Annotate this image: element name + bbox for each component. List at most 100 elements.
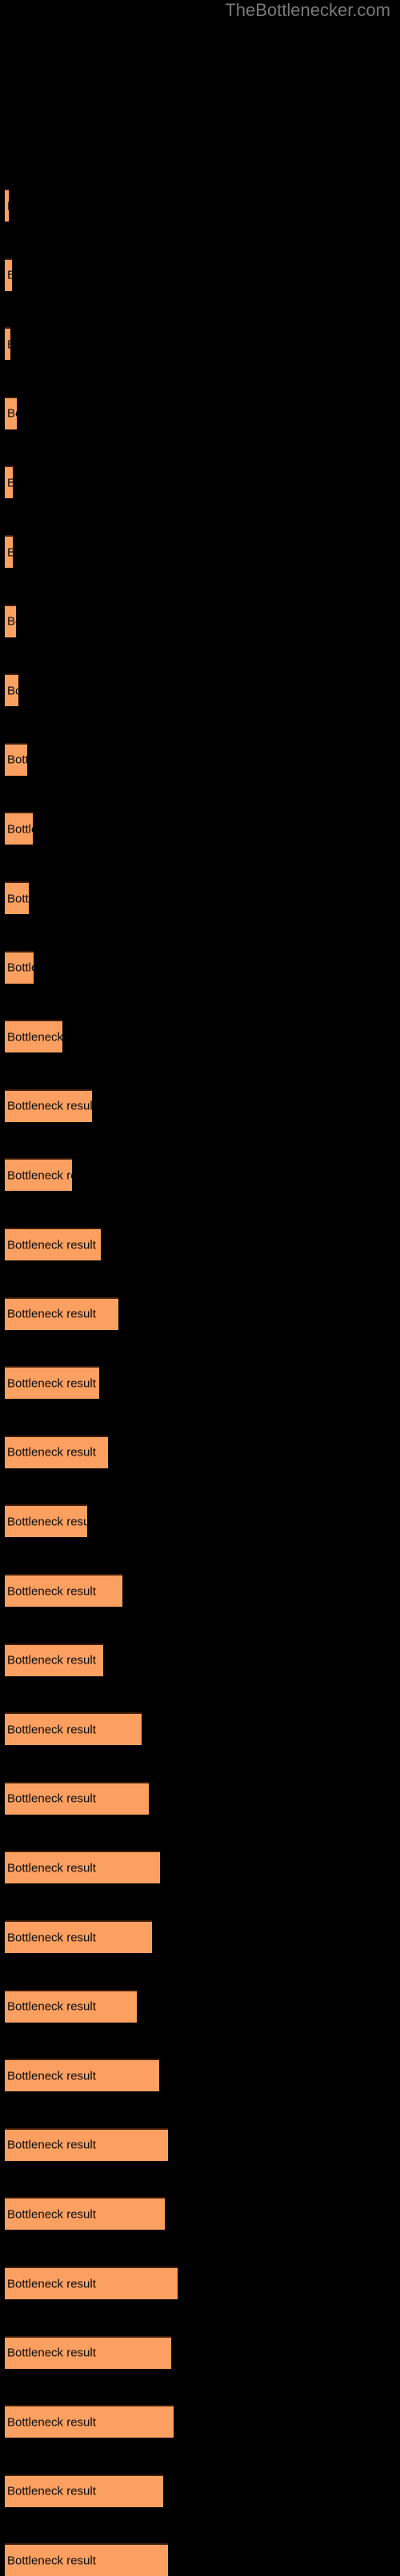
bar-row: Bottleneck result [0, 396, 400, 429]
bar[interactable]: Bottleneck result [5, 2197, 165, 2231]
bar[interactable]: Bottleneck result [5, 1088, 92, 1122]
bar[interactable]: Bottleneck result [5, 535, 13, 568]
bar-row: Bottleneck result [0, 604, 400, 637]
bar-label: Bottleneck result [7, 2415, 96, 2430]
bar-row: Bottleneck result [0, 2197, 400, 2231]
bar-row: Bottleneck result [0, 1920, 400, 1953]
bar-label: Bottleneck result [7, 1238, 96, 1252]
bar[interactable]: Bottleneck result [5, 1643, 103, 1676]
bar[interactable]: Bottleneck result [5, 396, 17, 429]
bar-label: Bottleneck result [7, 2069, 96, 2083]
bar-label: Bottleneck result [7, 1030, 62, 1044]
bar[interactable]: Bottleneck result [5, 2405, 174, 2438]
bar-row: Bottleneck result [0, 2335, 400, 2369]
bar-label: Bottleneck result [7, 1999, 96, 2014]
bar-label: Bottleneck result [7, 753, 27, 767]
bar[interactable]: Bottleneck result [5, 2127, 168, 2161]
bar-row: Bottleneck result [0, 1020, 400, 1053]
bar-row: Bottleneck result [0, 1643, 400, 1676]
bar-label: Bottleneck result [7, 269, 12, 282]
bar-row: Bottleneck result [0, 535, 400, 568]
bar-row: Bottleneck result [0, 1296, 400, 1330]
bar-row: Bottleneck result [0, 2127, 400, 2161]
bar-row: Bottleneck result [0, 1781, 400, 1815]
bar[interactable]: Bottleneck result [5, 1366, 99, 1400]
bar-label: Bottleneck result [7, 2138, 96, 2152]
bar[interactable]: Bottleneck result [5, 2335, 171, 2369]
bar[interactable]: Bottleneck result [5, 2266, 178, 2299]
bar-row: Bottleneck result [0, 2405, 400, 2438]
bottleneck-bar-chart: TheBottlenecker.com Bottleneck resultBot… [0, 0, 400, 2576]
bar-label: Bottleneck result [7, 2554, 96, 2568]
bar[interactable]: Bottleneck result [5, 189, 9, 222]
bar-label: Bottleneck result [7, 2346, 96, 2360]
bar-label: Bottleneck result [7, 476, 13, 489]
bar-label: Bottleneck result [7, 684, 18, 698]
bar[interactable]: Bottleneck result [5, 1574, 122, 1607]
bar-row: Bottleneck result [0, 1228, 400, 1260]
bar[interactable]: Bottleneck result [5, 812, 33, 845]
bar[interactable]: Bottleneck result [5, 1504, 87, 1538]
bar-label: Bottleneck result [7, 337, 10, 351]
bar-label: Bottleneck result [7, 2484, 96, 2498]
bar[interactable]: Bottleneck result [5, 881, 29, 914]
bar-label: Bottleneck result [7, 406, 17, 421]
bar-label: Bottleneck result [7, 545, 13, 559]
bar[interactable]: Bottleneck result [5, 1435, 108, 1468]
bar[interactable]: Bottleneck result [5, 1712, 142, 1746]
bar-label: Bottleneck result [7, 1168, 72, 1183]
bar[interactable]: Bottleneck result [5, 742, 27, 776]
bar-row: Bottleneck result [0, 1435, 400, 1468]
bar[interactable]: Bottleneck result [5, 2543, 168, 2576]
bar-label: Bottleneck result [7, 822, 33, 837]
bar-label: Bottleneck result [7, 1791, 96, 1806]
bar-label: Bottleneck result [7, 1584, 96, 1598]
bar-row: Bottleneck result [0, 881, 400, 914]
bar-label: Bottleneck result [7, 1723, 96, 1737]
plot-area: Bottleneck result Bottleneck result Bottle… [0, 0, 400, 2576]
bar[interactable]: Bottleneck result [5, 1158, 72, 1192]
bar-row: Bottleneck result [0, 1366, 400, 1400]
bar-row: Bottleneck result [0, 1712, 400, 1746]
bar-label: Bottleneck result [7, 1931, 96, 1944]
bar[interactable]: Bottleneck result [5, 673, 18, 707]
bar-label: Bottleneck result [7, 1515, 87, 1529]
bar[interactable]: Bottleneck result [5, 1851, 160, 1884]
bar-label: Bottleneck result [7, 961, 34, 975]
bar-row: Bottleneck result [0, 812, 400, 845]
bar-label: Bottleneck result [7, 2277, 96, 2290]
bar-row: Bottleneck result [0, 742, 400, 776]
bar[interactable]: Bottleneck result [5, 604, 16, 637]
bar-label: Bottleneck result [7, 1653, 96, 1667]
bar[interactable]: Bottleneck result [5, 950, 34, 984]
bar-label: Bottleneck result [7, 614, 16, 629]
bar-label: Bottleneck result [7, 1861, 96, 1875]
bar-label: Bottleneck result [7, 199, 9, 213]
bar-row: Bottleneck result [0, 327, 400, 361]
bar[interactable]: Bottleneck result [5, 2059, 159, 2092]
bar-row: Bottleneck result [0, 2543, 400, 2576]
bar-row: Bottleneck result [0, 258, 400, 291]
bar[interactable]: Bottleneck result [5, 1228, 101, 1260]
bar[interactable]: Bottleneck result [5, 1020, 62, 1053]
bar-row: Bottleneck result [0, 2474, 400, 2507]
bar-row: Bottleneck result [0, 2059, 400, 2092]
bar[interactable]: Bottleneck result [5, 2474, 163, 2507]
bar-row: Bottleneck result [0, 2266, 400, 2299]
bar-row: Bottleneck result [0, 673, 400, 707]
bar-label: Bottleneck result [7, 1099, 92, 1113]
bar[interactable]: Bottleneck result [5, 1296, 118, 1330]
bar-row: Bottleneck result [0, 1504, 400, 1538]
bar[interactable]: Bottleneck result [5, 1989, 137, 2023]
bar[interactable]: Bottleneck result [5, 1920, 152, 1953]
bar-label: Bottleneck result [7, 2207, 96, 2222]
bar-row: Bottleneck result [0, 1088, 400, 1122]
bar-label: Bottleneck result [7, 1376, 96, 1391]
bar[interactable]: Bottleneck result [5, 327, 10, 361]
bar-label: Bottleneck result [7, 1307, 96, 1321]
bar-row: Bottleneck result [0, 1989, 400, 2023]
bar-row: Bottleneck result [0, 950, 400, 984]
bar[interactable]: Bottleneck result [5, 258, 12, 291]
bar[interactable]: Bottleneck result [5, 1781, 149, 1815]
bar[interactable]: Bottleneck result [5, 465, 13, 499]
